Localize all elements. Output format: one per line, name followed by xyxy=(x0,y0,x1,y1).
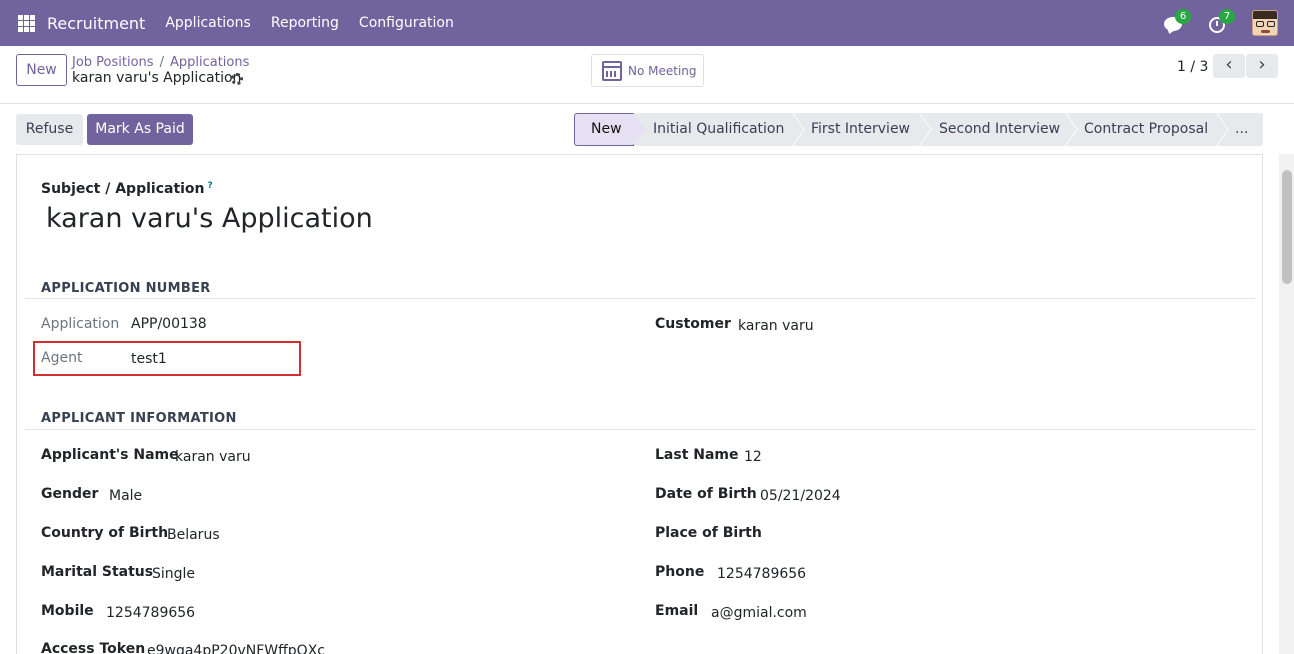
stage-new[interactable]: New xyxy=(574,113,645,146)
phone-label: Phone xyxy=(655,564,705,580)
application-value: APP/00138 xyxy=(131,316,207,332)
messages-badge: 6 xyxy=(1175,9,1191,24)
mark-as-paid-button[interactable]: Mark As Paid xyxy=(87,114,193,145)
subject-field[interactable]: karan varu's Application xyxy=(46,203,373,234)
top-navbar: Recruitment Applications Reporting Confi… xyxy=(0,0,1294,46)
record-name: karan varu's Application xyxy=(72,70,242,86)
messages-button[interactable]: 6 xyxy=(1164,9,1191,33)
activities-badge: 7 xyxy=(1219,9,1235,24)
meeting-label: No Meeting xyxy=(628,63,697,78)
stage-initial-qualification[interactable]: Initial Qualification xyxy=(653,113,784,146)
help-tooltip-icon[interactable]: ? xyxy=(208,181,213,191)
new-button[interactable]: New xyxy=(16,54,67,86)
marital-status-field[interactable]: Single xyxy=(152,566,195,582)
mobile-label: Mobile xyxy=(41,603,94,619)
breadcrumb: Job Positions / Applications xyxy=(72,55,250,70)
meeting-button[interactable]: No Meeting xyxy=(591,54,704,87)
dob-field[interactable]: 05/21/2024 xyxy=(760,488,841,504)
scrollbar-thumb[interactable] xyxy=(1282,170,1292,284)
email-label: Email xyxy=(655,603,699,619)
mobile-field[interactable]: 1254789656 xyxy=(106,605,195,621)
last-name-label: Last Name xyxy=(655,447,739,463)
phone-field[interactable]: 1254789656 xyxy=(717,566,806,582)
control-panel: New Job Positions / Applications karan var… xyxy=(0,46,1294,104)
menu-reporting[interactable]: Reporting xyxy=(271,15,339,31)
customer-field[interactable]: karan varu xyxy=(738,318,814,334)
section-applicant-information: APPLICANT INFORMATION xyxy=(41,411,237,426)
customer-label: Customer xyxy=(655,316,731,332)
agent-label: Agent xyxy=(41,350,83,366)
section-application-number: APPLICATION NUMBER xyxy=(41,281,211,296)
subject-label: Subject / Application? xyxy=(41,181,213,197)
stage-second-interview[interactable]: Second Interview xyxy=(939,113,1060,146)
last-name-field[interactable]: 12 xyxy=(744,449,762,465)
email-field[interactable]: a@gmial.com xyxy=(711,605,807,621)
place-birth-label: Place of Birth xyxy=(655,525,762,541)
refuse-button[interactable]: Refuse xyxy=(16,114,83,145)
pager-previous-button[interactable]: ‹ xyxy=(1213,54,1245,78)
access-token-label: Access Token xyxy=(41,641,146,654)
app-brand[interactable]: Recruitment xyxy=(47,14,145,33)
access-token-field[interactable]: e9wqa4pP20vNFWffpQXc xyxy=(147,643,325,654)
application-label: Application xyxy=(41,316,120,332)
gender-label: Gender xyxy=(41,486,99,502)
breadcrumb-applications[interactable]: Applications xyxy=(170,55,249,70)
stage-statusbar: New Initial Qualification First Intervie… xyxy=(574,113,1263,146)
dob-label: Date of Birth xyxy=(655,486,757,502)
stage-more[interactable]: ... xyxy=(1235,113,1248,146)
country-birth-field[interactable]: Belarus xyxy=(167,527,220,543)
gender-field[interactable]: Male xyxy=(109,488,142,504)
country-birth-label: Country of Birth xyxy=(41,525,169,541)
marital-status-label: Marital Status xyxy=(41,564,154,580)
user-avatar[interactable] xyxy=(1252,10,1278,36)
stage-contract-proposal[interactable]: Contract Proposal xyxy=(1084,113,1208,146)
apps-menu-icon[interactable] xyxy=(18,14,35,32)
pager-next-button[interactable]: › xyxy=(1246,54,1278,78)
gear-icon[interactable] xyxy=(231,73,243,85)
agent-field[interactable]: test1 xyxy=(131,351,167,367)
menu-configuration[interactable]: Configuration xyxy=(359,15,454,31)
menu-applications[interactable]: Applications xyxy=(165,15,251,31)
activities-button[interactable]: 7 xyxy=(1208,9,1235,33)
applicant-name-label: Applicant's Name xyxy=(41,447,179,463)
breadcrumb-job-positions[interactable]: Job Positions xyxy=(72,55,154,70)
calendar-icon xyxy=(602,60,622,81)
stage-first-interview[interactable]: First Interview xyxy=(811,113,910,146)
pager-value[interactable]: 1 / 3 xyxy=(1177,59,1208,75)
applicant-name-field[interactable]: karan varu xyxy=(175,449,251,465)
